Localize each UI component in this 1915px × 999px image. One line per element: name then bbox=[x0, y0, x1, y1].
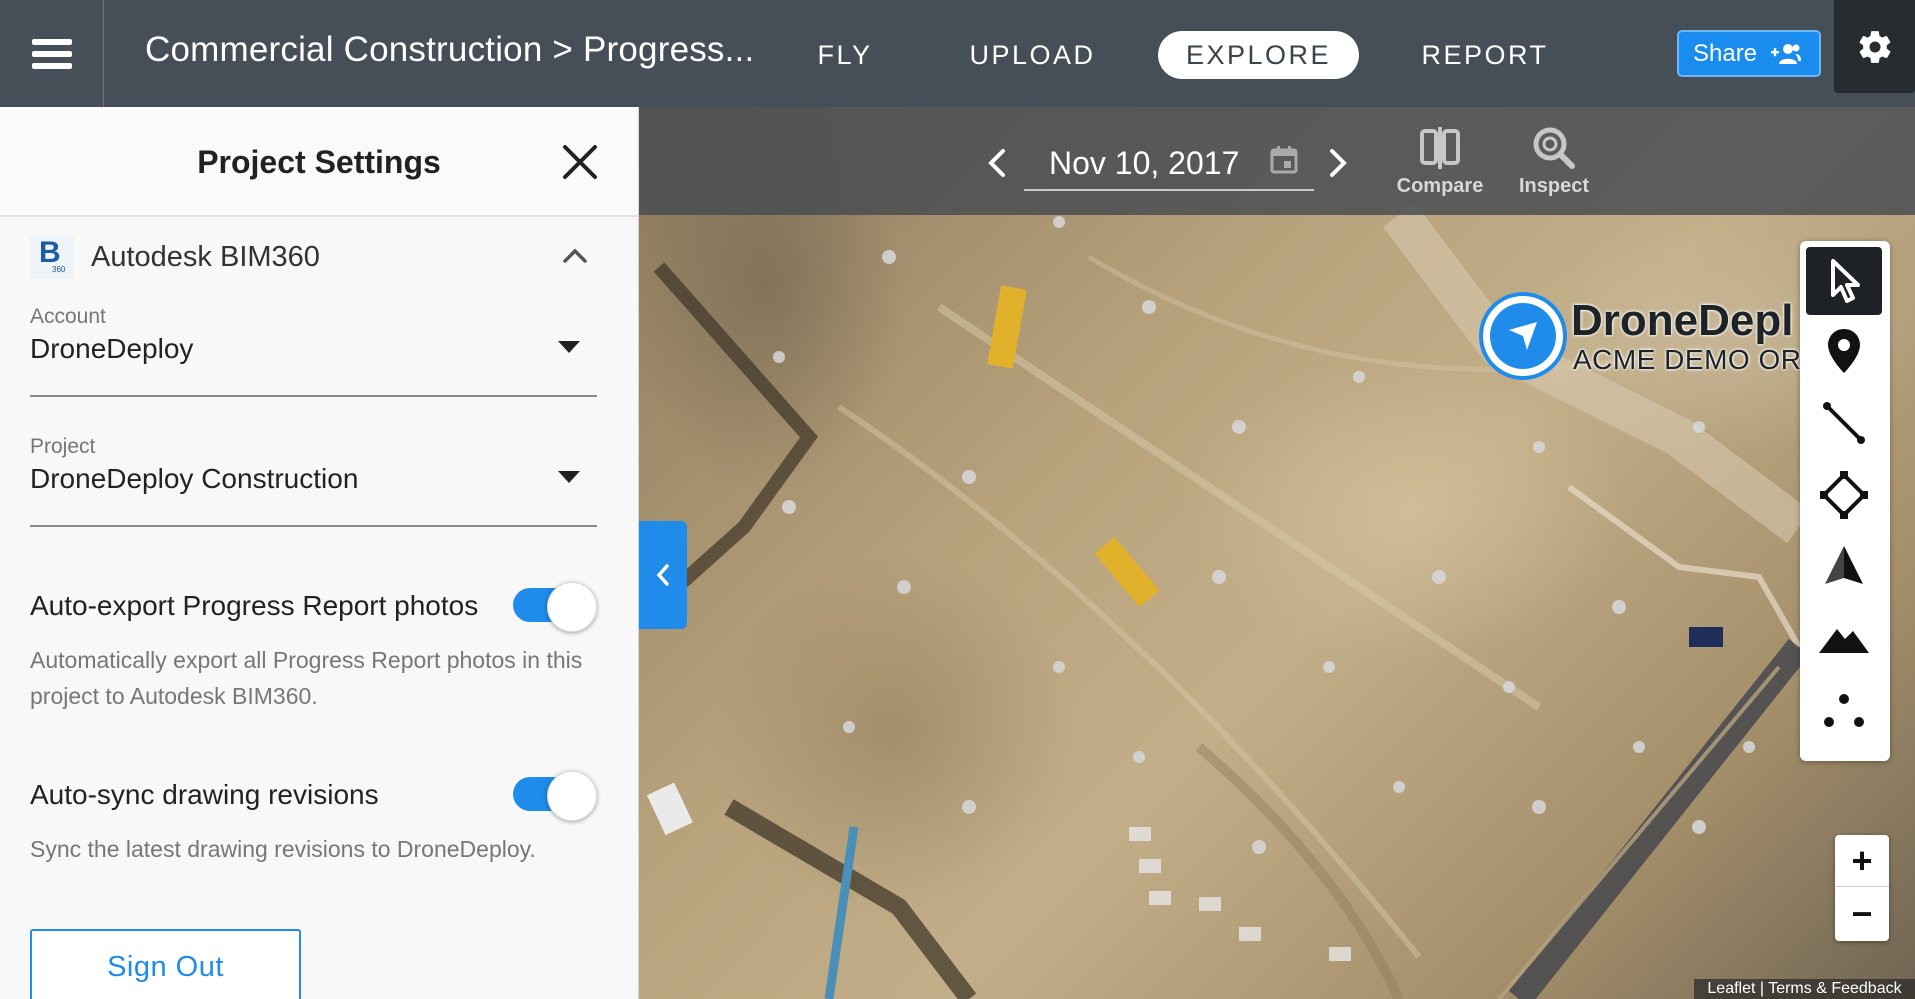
gear-icon bbox=[1859, 30, 1890, 63]
hamburger-icon bbox=[31, 33, 72, 75]
aerial-imagery bbox=[644, 202, 1811, 999]
dots-icon bbox=[1824, 694, 1864, 727]
tab-report[interactable]: REPORT bbox=[1410, 31, 1560, 79]
caret-down-icon bbox=[558, 341, 580, 353]
date-toolbar: Nov 10, 2017 Compare Inspect bbox=[639, 107, 1915, 215]
chevron-right-icon[interactable] bbox=[1324, 145, 1354, 181]
share-button-label: Share bbox=[1693, 39, 1758, 67]
integration-header[interactable]: B 360 Autodesk BIM360 bbox=[30, 229, 600, 289]
integration-name: Autodesk BIM360 bbox=[91, 241, 320, 273]
elevation-tool-button[interactable] bbox=[1806, 605, 1882, 673]
panel-header: Project Settings bbox=[0, 107, 638, 217]
compare-icon bbox=[1420, 127, 1460, 169]
account-underline bbox=[30, 395, 597, 397]
area-tool-button[interactable] bbox=[1806, 461, 1882, 529]
add-people-icon bbox=[1771, 43, 1802, 64]
area-measure-icon bbox=[1820, 471, 1868, 519]
top-nav-bar: Commercial Construction > Progress... FL… bbox=[0, 0, 1915, 107]
collapse-panel-button[interactable] bbox=[639, 521, 687, 629]
volume-icon bbox=[1825, 546, 1863, 584]
chevron-up-icon[interactable] bbox=[560, 245, 590, 267]
auto-sync-description: Sync the latest drawing revisions to Dro… bbox=[30, 836, 536, 862]
chevron-left-icon[interactable] bbox=[981, 145, 1011, 181]
close-panel-button[interactable] bbox=[560, 142, 600, 182]
auto-sync-title: Auto-sync drawing revisions bbox=[30, 779, 379, 810]
zoom-in-button[interactable]: + bbox=[1835, 835, 1889, 887]
chevron-left-icon bbox=[656, 564, 669, 586]
caret-down-icon bbox=[558, 471, 580, 483]
hamburger-menu-button[interactable] bbox=[0, 0, 104, 107]
zoom-control: + − bbox=[1835, 835, 1889, 941]
account-label: Account bbox=[30, 305, 106, 328]
auto-export-title: Auto-export Progress Report photos bbox=[30, 590, 479, 621]
map-attribution: Leaflet | Terms & Feedback bbox=[1694, 979, 1915, 999]
project-value: DroneDeploy Construction bbox=[30, 463, 359, 494]
zoom-out-button[interactable]: − bbox=[1835, 888, 1889, 940]
dronedeploy-logo-icon bbox=[1479, 292, 1567, 380]
select-tool-button[interactable] bbox=[1806, 247, 1882, 315]
sign-out-button[interactable]: Sign Out bbox=[30, 929, 301, 999]
terms-feedback-link[interactable]: Terms & Feedback bbox=[1768, 980, 1901, 997]
tab-explore[interactable]: EXPLORE bbox=[1158, 31, 1359, 79]
bim360-logo-sub: 360 bbox=[52, 265, 66, 274]
project-label: Project bbox=[30, 435, 96, 458]
account-value: DroneDeploy bbox=[30, 333, 194, 364]
cursor-icon bbox=[1831, 259, 1860, 303]
close-icon bbox=[563, 145, 597, 179]
tab-upload[interactable]: UPLOAD bbox=[955, 31, 1110, 79]
auto-export-description: Automatically export all Progress Report… bbox=[30, 647, 583, 709]
leaflet-link[interactable]: Leaflet bbox=[1707, 980, 1755, 997]
calendar-icon bbox=[1270, 146, 1298, 174]
magnifier-icon bbox=[1533, 127, 1575, 169]
toggle-knob bbox=[547, 771, 597, 821]
watermark-name: DroneDepl bbox=[1571, 296, 1794, 345]
date-value: Nov 10, 2017 bbox=[1049, 145, 1240, 181]
breadcrumb[interactable]: Commercial Construction > Progress... bbox=[145, 30, 754, 70]
inspect-label: Inspect bbox=[1518, 175, 1590, 197]
measurement-toolbar bbox=[1800, 241, 1890, 761]
volume-tool-button[interactable] bbox=[1806, 533, 1882, 601]
settings-button[interactable] bbox=[1834, 0, 1915, 93]
location-pin-icon bbox=[1828, 329, 1860, 373]
auto-sync-toggle[interactable] bbox=[513, 771, 599, 821]
auto-export-toggle[interactable] bbox=[513, 582, 599, 632]
panel-title: Project Settings bbox=[197, 144, 441, 180]
share-button[interactable]: Share bbox=[1677, 30, 1821, 77]
points-tool-button[interactable] bbox=[1806, 677, 1882, 745]
map-view[interactable]: Nov 10, 2017 Compare Inspect DroneDepl A… bbox=[639, 107, 1915, 999]
project-settings-panel: Project Settings B 360 Autodesk BIM360 A… bbox=[0, 107, 639, 999]
watermark-org: ACME DEMO ORG bbox=[1573, 344, 1824, 375]
tab-fly[interactable]: FLY bbox=[805, 31, 885, 79]
attribution-separator: | bbox=[1755, 980, 1769, 997]
date-picker[interactable]: Nov 10, 2017 bbox=[1024, 127, 1314, 191]
dronedeploy-watermark: DroneDepl ACME DEMO ORG bbox=[1479, 282, 1823, 382]
inspect-button[interactable]: Inspect bbox=[1504, 125, 1604, 198]
mountain-icon bbox=[1819, 629, 1869, 653]
bim360-logo: B 360 bbox=[30, 235, 74, 279]
line-tool-button[interactable] bbox=[1806, 389, 1882, 457]
project-underline bbox=[30, 525, 597, 527]
toggle-knob bbox=[547, 582, 597, 632]
line-measure-icon bbox=[1823, 402, 1865, 444]
compare-label: Compare bbox=[1396, 175, 1484, 197]
compare-button[interactable]: Compare bbox=[1390, 125, 1490, 198]
marker-tool-button[interactable] bbox=[1806, 317, 1882, 385]
